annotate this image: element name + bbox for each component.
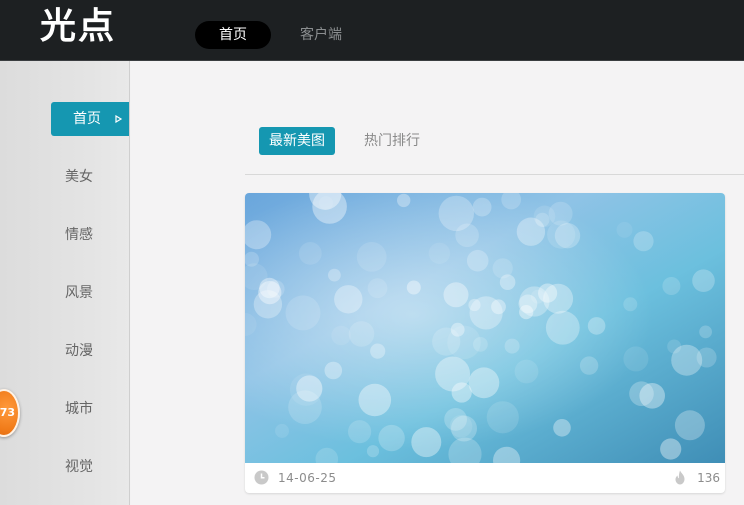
bokeh-circle xyxy=(356,242,387,272)
bokeh-circle xyxy=(633,231,654,252)
bokeh-circle xyxy=(298,242,322,265)
bokeh-circle xyxy=(469,296,503,330)
sidebar-item-city[interactable]: 城市 xyxy=(51,392,129,426)
flame-icon xyxy=(675,470,685,485)
bokeh-circle xyxy=(639,383,665,409)
nav-tab-home[interactable]: 首页 xyxy=(195,21,271,49)
bokeh-circle xyxy=(466,249,489,272)
bokeh-circle xyxy=(366,445,380,458)
bokeh-circle xyxy=(579,356,599,375)
site-logo[interactable]: 光点 xyxy=(40,4,116,50)
sidebar-item-beauty[interactable]: 美女 xyxy=(51,160,129,194)
bokeh-circle xyxy=(545,310,580,345)
bokeh-circle xyxy=(623,346,649,372)
bokeh-circle xyxy=(674,410,705,441)
bokeh-circle xyxy=(358,383,392,417)
bokeh-circle xyxy=(285,295,321,331)
view-count: 136 xyxy=(697,471,720,485)
sidebar-item-label: 动漫 xyxy=(65,343,93,359)
bokeh-circle xyxy=(692,269,715,292)
sidebar-item-label: 美女 xyxy=(65,169,93,185)
top-navigation-bar: 光点 首页 客户端 xyxy=(0,0,744,61)
play-arrow-icon xyxy=(115,115,123,123)
bokeh-circle xyxy=(397,193,411,208)
main-content: 最新美图 热门排行 14-06-25 136 xyxy=(131,61,744,505)
bokeh-circle xyxy=(504,338,520,354)
bokeh-circle xyxy=(324,361,343,380)
bokeh-circle xyxy=(468,367,500,399)
bokeh-circle xyxy=(411,427,442,458)
bokeh-circle xyxy=(516,217,546,246)
bokeh-circle xyxy=(406,280,421,295)
bokeh-circle xyxy=(370,343,386,359)
bokeh-circle xyxy=(623,297,638,312)
bokeh-circle xyxy=(492,258,513,279)
bokeh-circle xyxy=(587,317,606,335)
sidebar-item-scenery[interactable]: 风景 xyxy=(51,276,129,310)
bokeh-circle xyxy=(538,283,558,303)
bokeh-circle xyxy=(378,424,405,452)
bokeh-circle xyxy=(553,419,571,437)
tab-popular[interactable]: 热门排行 xyxy=(357,127,427,155)
card-footer: 14-06-25 136 xyxy=(245,463,725,493)
clock-icon xyxy=(254,470,269,485)
sidebar-item-label: 视觉 xyxy=(65,459,93,475)
bokeh-circle xyxy=(328,268,341,282)
tabs-divider xyxy=(245,174,744,175)
bokeh-circle xyxy=(514,359,539,384)
bokeh-circle xyxy=(296,375,323,402)
sidebar-item-emotion[interactable]: 情感 xyxy=(51,218,129,252)
sidebar-item-anime[interactable]: 动漫 xyxy=(51,334,129,368)
bokeh-circle xyxy=(486,401,519,434)
bokeh-circle xyxy=(449,415,473,438)
bokeh-circle xyxy=(348,321,375,347)
bokeh-circle xyxy=(275,423,289,438)
image-card[interactable]: 14-06-25 136 xyxy=(245,193,725,493)
bokeh-circle xyxy=(547,220,576,249)
sidebar-item-home[interactable]: 首页 xyxy=(51,102,129,136)
bokeh-circle xyxy=(334,285,363,314)
nav-tab-client[interactable]: 客户端 xyxy=(290,21,352,49)
post-date: 14-06-25 xyxy=(278,471,337,485)
bokeh-circle xyxy=(331,325,351,346)
category-sidebar: 首页 美女 情感 风景 动漫 城市 视觉 xyxy=(0,61,130,505)
sidebar-item-label: 风景 xyxy=(65,285,93,301)
sidebar-item-label: 首页 xyxy=(73,111,101,127)
bokeh-circle xyxy=(519,305,534,320)
sidebar-item-visual[interactable]: 视觉 xyxy=(51,450,129,484)
card-photo[interactable] xyxy=(245,193,725,463)
sidebar-item-label: 情感 xyxy=(65,227,93,243)
tab-latest[interactable]: 最新美图 xyxy=(259,127,335,155)
bokeh-circle xyxy=(616,221,633,238)
bokeh-circle xyxy=(428,242,451,264)
bokeh-circle xyxy=(472,197,492,217)
bokeh-circle xyxy=(435,356,471,392)
bokeh-circle xyxy=(447,325,481,360)
bokeh-circle xyxy=(699,325,712,339)
bokeh-circle xyxy=(455,223,479,248)
bokeh-circle xyxy=(443,282,469,308)
bokeh-circle xyxy=(662,277,681,295)
bokeh-circle xyxy=(660,438,682,460)
bokeh-circle xyxy=(348,420,372,444)
sidebar-item-label: 城市 xyxy=(65,401,93,417)
bokeh-circle xyxy=(367,278,388,299)
bokeh-circle xyxy=(696,347,717,368)
